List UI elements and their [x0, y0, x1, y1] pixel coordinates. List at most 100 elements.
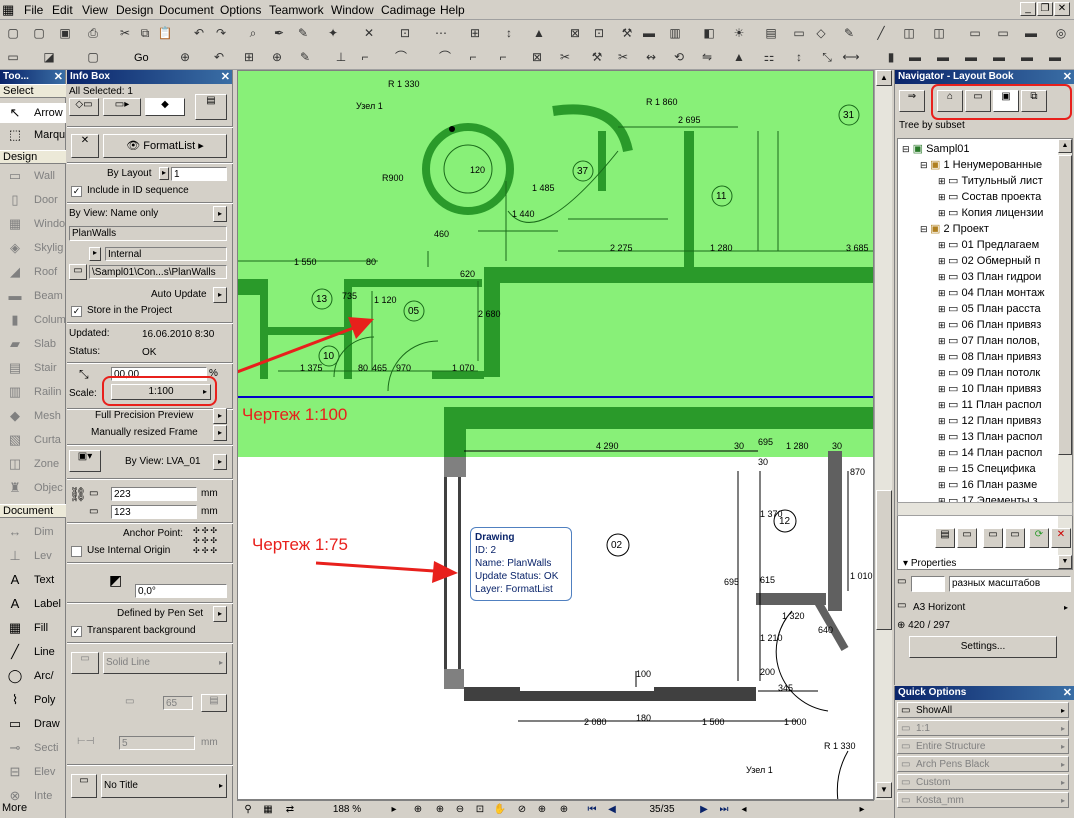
print-icon[interactable]: ⎙ — [84, 24, 102, 42]
scroll-down-arrow[interactable]: ▼ — [876, 782, 892, 798]
elevate-icon[interactable]: ▲ — [730, 48, 748, 66]
tree-root[interactable]: ⊟ ▣ Sampl01 — [902, 141, 1060, 157]
tool-fill[interactable]: ▦ Fill — [0, 618, 66, 638]
tool-lev[interactable]: ⊥ Lev — [0, 546, 66, 566]
fillet-icon[interactable]: ⌐ — [356, 48, 374, 66]
layout-name-field[interactable]: разных масштабов — [949, 576, 1071, 592]
tools-icon[interactable]: ⚒ — [618, 24, 636, 42]
tree-layout-item[interactable]: ⊞ ▭ 02 Обмерный п — [938, 253, 1072, 269]
view-toggle-icon[interactable]: ⚲ — [239, 803, 257, 817]
toggle-a-icon[interactable]: ◫ — [900, 24, 918, 42]
bar6-icon[interactable]: ▬ — [1046, 48, 1064, 66]
render-icon[interactable]: ◇ — [812, 24, 830, 42]
tree-layout-item[interactable]: ⊞ ▭ 09 План потолк — [938, 365, 1072, 381]
auto-update-arrow[interactable]: ▸ — [213, 287, 227, 303]
menu-options[interactable]: Options — [220, 3, 261, 17]
by-view-lva-select[interactable]: By View: LVA_01 — [125, 456, 215, 467]
layer-select-button[interactable]: 👁 FormatList ▸ — [103, 134, 227, 158]
collapse-icon[interactable]: ⊟ — [902, 144, 910, 154]
stairs-icon[interactable]: ▭ — [790, 24, 808, 42]
drawing-canvas[interactable]: R 1 330 Узел 1 R 1 860 2 695 R900 120 1 485 1 4… — [237, 70, 874, 800]
pick-icon[interactable]: ✕ — [71, 134, 99, 158]
tree-scroll-thumb[interactable] — [1058, 155, 1072, 455]
gravity-icon[interactable]: ⊡ — [396, 24, 414, 42]
expand-icon[interactable]: ⊞ — [938, 192, 948, 202]
by-view-arrow[interactable]: ▸ — [213, 206, 227, 222]
eyedropper-icon[interactable]: ✒ — [270, 24, 288, 42]
tool-draw[interactable]: ▭ Draw — [0, 714, 66, 734]
bar4-icon[interactable]: ▬ — [990, 48, 1008, 66]
new-icon[interactable]: ▢ — [4, 24, 22, 42]
bar1-icon[interactable]: ▬ — [906, 48, 924, 66]
tree-layout-item[interactable]: ⊞ ▭ 06 План привяз — [938, 317, 1072, 333]
layers-icon[interactable]: ◪ — [40, 48, 58, 66]
tool-curta[interactable]: ▧ Curta — [0, 430, 66, 450]
compare-icon[interactable]: ⊡ — [590, 24, 608, 42]
menu-design[interactable]: Design — [116, 3, 153, 17]
tool-elev[interactable]: ⊟ Elev — [0, 762, 66, 782]
collapse-icon[interactable]: ⊟ — [920, 224, 930, 234]
chart-icon[interactable]: ▥ — [666, 24, 684, 42]
source-type-field[interactable]: Internal — [105, 247, 227, 261]
pen-picker-icon[interactable]: ▤ — [201, 694, 227, 712]
tool-door[interactable]: ▯ Door — [0, 190, 66, 210]
intersect-icon[interactable]: ⊥ — [332, 48, 350, 66]
tool-label[interactable]: A Label — [0, 594, 66, 614]
grid-icon[interactable]: ⋯ — [432, 24, 450, 42]
tree-layout-item[interactable]: ⊞ ▭ 14 План распол — [938, 445, 1072, 461]
expand-icon[interactable]: ⊞ — [938, 320, 948, 330]
tree-scroll-up[interactable]: ▲ — [1058, 139, 1072, 153]
select-type-button[interactable]: ◇▭ — [69, 98, 99, 116]
tree-layout-item[interactable]: ⊞ ▭ 07 План полов, — [938, 333, 1072, 349]
drawing-type-button[interactable]: ◆ — [145, 98, 185, 116]
next-zoom-icon[interactable]: ⊕ — [533, 803, 551, 817]
bar5-icon[interactable]: ▬ — [1018, 48, 1036, 66]
by-view-select[interactable]: By View: Name only — [69, 208, 229, 219]
curve-icon[interactable]: ⌒ — [436, 48, 454, 66]
tool-poly[interactable]: ⌇ Poly — [0, 690, 66, 710]
expand-icon[interactable]: ⊞ — [938, 336, 948, 346]
open-icon[interactable]: ▢ — [30, 24, 48, 42]
tree-layout-item[interactable]: ⊞ ▭ 11 План распол — [938, 397, 1072, 413]
delete-icon[interactable]: ✕ — [1051, 528, 1071, 548]
precision-arrow[interactable]: ▸ — [213, 408, 227, 424]
book-icon[interactable]: ⇄ — [281, 803, 299, 817]
syringe-icon[interactable]: ✎ — [294, 24, 312, 42]
expand-icon[interactable]: ⊞ — [938, 448, 948, 458]
menu-help[interactable]: Help — [440, 3, 465, 17]
bulb-icon[interactable]: ☀ — [730, 24, 748, 42]
drag-icon[interactable]: ↕ — [790, 48, 808, 66]
expand-icon[interactable]: ⊞ — [938, 208, 948, 218]
pan-icon[interactable]: ✋ — [491, 803, 509, 817]
tool-text[interactable]: A Text — [0, 570, 66, 590]
last-page-icon[interactable]: ⏭ — [717, 803, 731, 817]
tool-railin[interactable]: ▥ Railin — [0, 382, 66, 402]
minimize-button[interactable]: _ — [1020, 2, 1036, 16]
tool-line[interactable]: ╱ Line — [0, 642, 66, 662]
undo-icon[interactable]: ↶ — [190, 24, 208, 42]
expand-icon[interactable]: ⊞ — [938, 464, 948, 474]
menu-edit[interactable]: Edit — [52, 3, 73, 17]
palette-icon[interactable]: ◎ — [1052, 24, 1070, 42]
prev-page-icon[interactable]: ◀ — [605, 803, 619, 817]
window-select-icon[interactable]: ▢ — [84, 48, 102, 66]
zoom-out-icon[interactable]: ⊖ — [451, 803, 469, 817]
lva-arrow[interactable]: ▸ — [213, 454, 227, 470]
width-field[interactable]: 223 — [111, 487, 197, 501]
folder-icon[interactable]: ▭ — [69, 264, 87, 280]
close-icon[interactable]: ✕ — [1063, 686, 1072, 700]
line-type-select[interactable]: Solid Line ▸ — [103, 652, 227, 674]
settings-dialog-button[interactable]: ▤ — [195, 94, 227, 120]
menu-view[interactable]: View — [82, 3, 108, 17]
scroll-thumb[interactable] — [876, 490, 892, 630]
tree-layout-item[interactable]: ⊞ ▭ 15 Специфика — [938, 461, 1072, 477]
zoom-arrow-icon[interactable]: ▸ — [387, 803, 401, 817]
bar3-icon[interactable]: ▬ — [962, 48, 980, 66]
height-field[interactable]: 123 — [111, 505, 197, 519]
settings-button[interactable]: Settings... — [909, 636, 1057, 658]
tree-scroll-down[interactable]: ▼ — [1058, 555, 1072, 569]
expand-icon[interactable]: ⊞ — [938, 176, 948, 186]
trace-icon[interactable]: ⊠ — [566, 24, 584, 42]
expand-icon[interactable]: ⊞ — [938, 368, 948, 378]
include-id-checkbox[interactable]: ✓ — [71, 186, 82, 197]
